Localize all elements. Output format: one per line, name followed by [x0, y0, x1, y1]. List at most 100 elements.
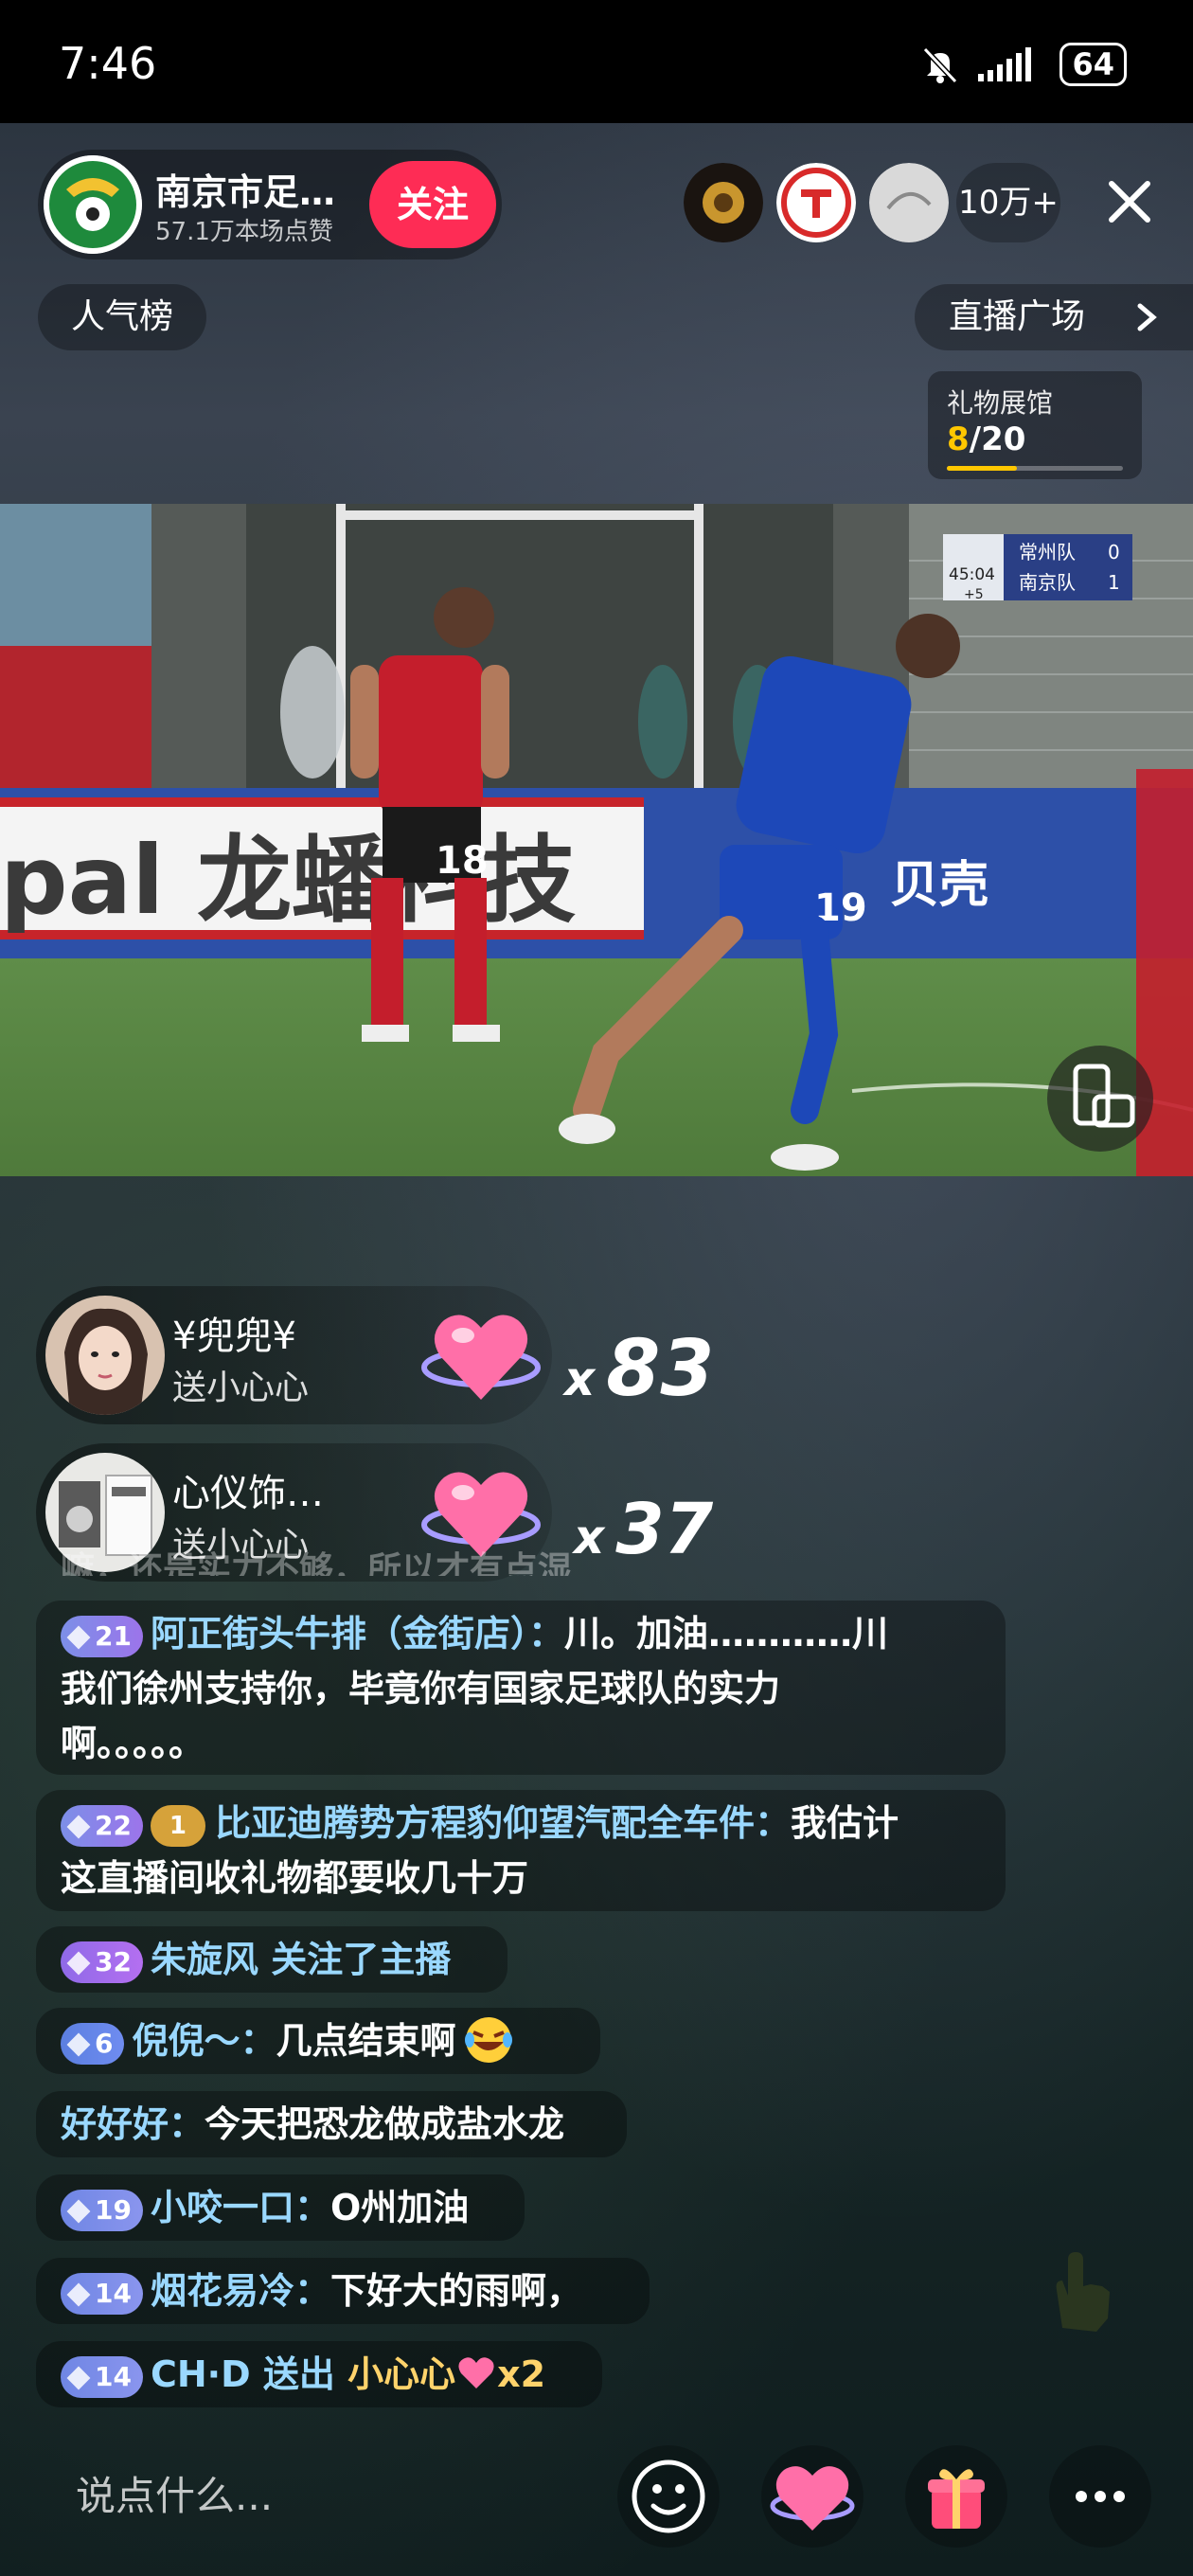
chat-username[interactable]: 比亚迪腾势方程豹仰望汽配全车件：: [215, 1802, 791, 1844]
gift-combo-count: x 37: [574, 1489, 713, 1570]
gift-hall-title: 礼物展馆: [947, 387, 1054, 419]
user-level: 14: [95, 2360, 132, 2392]
gift-banner[interactable]: ¥兜兜¥ 送小心心: [36, 1286, 552, 1424]
chat-message[interactable]: 32 朱旋风 关注了主播: [36, 1926, 507, 1993]
user-level-badge: 14: [61, 2355, 143, 2398]
chat-text: 啊。。。。。: [61, 1723, 205, 1764]
user-level-badge: 19: [61, 2189, 143, 2231]
gift-combo-number: 83: [606, 1324, 715, 1414]
fan-club-badge: 1: [150, 1804, 205, 1847]
chat-username[interactable]: CH·D 送出: [151, 2353, 335, 2395]
chat-username[interactable]: 阿正街头牛排（金街店）：: [151, 1613, 564, 1655]
gift-combo-x: x: [574, 1510, 605, 1565]
heart-gift-icon: [421, 1315, 541, 1400]
gift-sender-name: 心仪饰…: [172, 1472, 324, 1515]
rotate-screen-icon[interactable]: [1047, 1046, 1153, 1152]
battery-indicator: 64: [1059, 43, 1127, 86]
status-icons: 64: [919, 43, 1127, 86]
chat-message[interactable]: 19 小咬一口：O州加油: [36, 2174, 525, 2241]
signal-icon: [978, 47, 1032, 81]
laughing-emoji-icon: [464, 2017, 512, 2063]
gift-hall-progress-bar: [947, 466, 1123, 471]
user-level-badge: 21: [61, 1615, 143, 1657]
host-avatar[interactable]: [44, 155, 142, 254]
chat-text: O州加油: [329, 2187, 470, 2228]
status-time: 7:46: [59, 38, 157, 89]
red-player-number: 18: [436, 839, 489, 883]
user-level-badge: 6: [61, 2022, 125, 2065]
viewer-avatar[interactable]: [776, 163, 856, 242]
viewer-count[interactable]: 10万+: [956, 163, 1060, 242]
send-heart-button[interactable]: [761, 2445, 864, 2548]
viewer-avatar[interactable]: [684, 163, 763, 242]
close-button[interactable]: [1098, 170, 1161, 233]
status-bar: 7:46 64: [0, 0, 1193, 123]
gift-box-icon[interactable]: [905, 2445, 1007, 2548]
chat-username[interactable]: 好好好：: [61, 2103, 205, 2145]
user-level: 6: [95, 2027, 114, 2059]
follow-button[interactable]: 关注: [369, 161, 496, 248]
gift-hall-progress-text: 8/20: [947, 420, 1025, 458]
scoreboard-home-name: 常州队: [1019, 541, 1076, 564]
chat-username[interactable]: 烟花易冷：: [151, 2270, 330, 2312]
chat-text: 几点结束啊: [276, 2020, 456, 2062]
chat-text: 今天把恐龙做成盐水龙: [205, 2103, 565, 2145]
host-card[interactable]: 南京市足… 57.1万本场点赞 关注: [38, 150, 502, 259]
chat-text: 我们徐州支持你，毕竟你有国家足球队的实力: [61, 1668, 781, 1709]
close-icon[interactable]: [1098, 170, 1161, 233]
gift-hall-current: 8: [947, 420, 970, 458]
more-icon[interactable]: [1049, 2445, 1151, 2548]
user-level: 14: [95, 2277, 132, 2309]
smiley-icon[interactable]: [617, 2445, 720, 2548]
user-level: 21: [95, 1619, 132, 1652]
gift-action: 送小心心: [172, 1368, 310, 1407]
gift-multiplier: x2: [497, 2353, 546, 2395]
gem-icon: [66, 2199, 91, 2223]
gem-icon: [66, 1815, 91, 1838]
chat-username[interactable]: 小咬一口：: [151, 2187, 330, 2228]
scoreboard-time: 45:04: [949, 565, 995, 584]
gem-icon: [66, 1625, 91, 1649]
gift-button[interactable]: [905, 2445, 1007, 2548]
live-plaza-label: 直播广场: [949, 297, 1086, 336]
chat-username[interactable]: 倪倪～：: [132, 2020, 276, 2062]
comment-input[interactable]: 说点什么...: [38, 2449, 568, 2544]
host-likes: 57.1万本场点赞: [155, 218, 333, 246]
chat-message[interactable]: 6 倪倪～：几点结束啊: [36, 2008, 600, 2074]
hand-gesture-icon[interactable]: [1034, 2243, 1129, 2337]
ad-board-right-text: 贝壳: [890, 857, 988, 914]
chat-text: 这直播间收礼物都要收几十万: [61, 1857, 529, 1899]
chat-username[interactable]: 朱旋风 关注了主播: [151, 1939, 451, 1980]
live-plaza-button[interactable]: 直播广场: [915, 284, 1193, 350]
chat-text: 下好大的雨啊，: [329, 2270, 582, 2312]
chat-text: 我估计: [790, 1802, 899, 1844]
emoji-button[interactable]: [617, 2445, 720, 2548]
more-button[interactable]: [1049, 2445, 1151, 2548]
rotate-screen-button[interactable]: [1047, 1046, 1153, 1152]
small-heart-icon: [458, 2357, 494, 2388]
gem-icon: [66, 1951, 91, 1975]
chat-text: 川。加油…………川: [563, 1613, 888, 1655]
user-level-badge: 32: [61, 1941, 143, 1983]
gem-icon: [66, 2366, 91, 2389]
gift-combo-number: 37: [615, 1489, 714, 1570]
viewer-avatar[interactable]: [869, 163, 949, 242]
live-video[interactable]: pal 龙蟠科技 贝壳 18 19 常州队 0 南京队 1 45:04 +5: [0, 504, 1193, 1176]
host-name: 南京市足…: [155, 171, 336, 213]
gift-hall-progress-fill: [947, 466, 1018, 471]
scoreboard-away-name: 南京队: [1019, 571, 1076, 594]
chat-message[interactable]: 14 烟花易冷：下好大的雨啊，: [36, 2258, 650, 2324]
user-level: 22: [95, 1809, 132, 1841]
chat-message[interactable]: 21 阿正街头牛排（金街店）：川。加油…………川 我们徐州支持你，毕竟你有国家足球…: [36, 1601, 1006, 1775]
gift-sender-avatar[interactable]: [45, 1296, 165, 1415]
scoreboard-home-score: 0: [1108, 541, 1120, 564]
mute-bell-icon: [923, 46, 958, 84]
gift-hall-card[interactable]: 礼物展馆 8/20: [928, 371, 1142, 479]
heart-gift-icon[interactable]: [761, 2445, 864, 2548]
popularity-rank-button[interactable]: 人气榜: [38, 284, 206, 350]
chat-message[interactable]: 好好好：今天把恐龙做成盐水龙: [36, 2091, 627, 2157]
chat-message[interactable]: 22 1 比亚迪腾势方程豹仰望汽配全车件：我估计 这直播间收礼物都要收几十万: [36, 1790, 1006, 1911]
gift-sender-name: ¥兜兜¥: [172, 1315, 296, 1358]
chat-message[interactable]: 14 CH·D 送出 小心心 x2: [36, 2341, 602, 2407]
scoreboard-away-score: 1: [1108, 571, 1120, 594]
